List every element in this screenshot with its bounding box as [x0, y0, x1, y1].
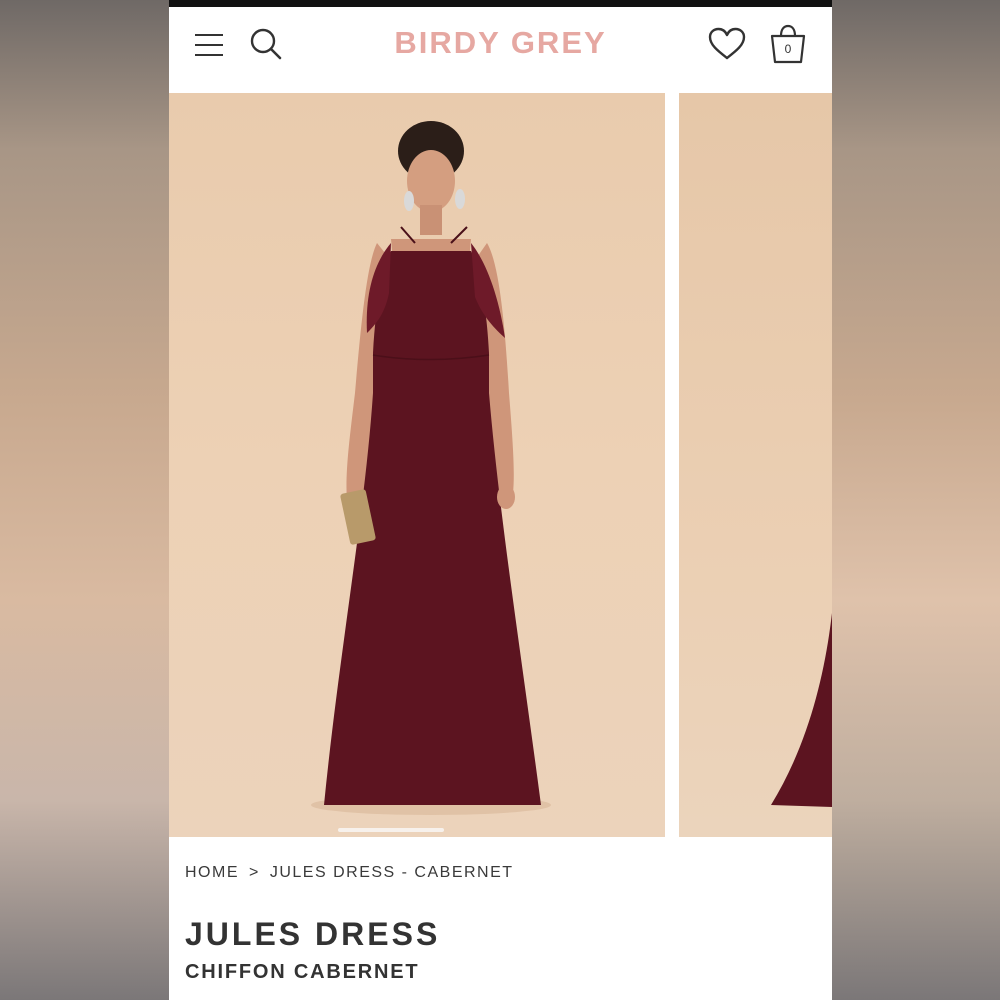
status-bar-strip [169, 0, 832, 7]
site-header: BIRDY GREY 0 [169, 7, 832, 93]
breadcrumb-home-link[interactable]: HOME [185, 864, 239, 881]
blurred-backdrop-right [832, 0, 1000, 1000]
breadcrumb: HOME > JULES DRESS - CABERNET [185, 864, 514, 882]
dress-hem-partial-illustration [771, 613, 832, 807]
breadcrumb-current: JULES DRESS - CABERNET [269, 864, 514, 881]
product-image-main[interactable] [169, 93, 665, 837]
breadcrumb-separator: > [249, 864, 260, 881]
brand-logo[interactable]: BIRDY GREY [369, 25, 632, 61]
product-image-next[interactable] [679, 93, 832, 837]
product-title: JULES DRESS [185, 916, 441, 952]
heart-icon[interactable] [708, 27, 746, 61]
blurred-backdrop-left [0, 0, 169, 1000]
mobile-page: BIRDY GREY 0 HOME > JULES DRESS - CABERN… [169, 0, 832, 1000]
model-in-dress-illustration [311, 121, 551, 815]
product-subtitle: CHIFFON CABERNET [185, 961, 420, 983]
product-image-carousel[interactable] [169, 93, 832, 838]
cart-count-badge: 0 [784, 42, 792, 56]
shopping-bag-icon[interactable]: 0 [769, 23, 807, 65]
carousel-progress-indicator [338, 828, 444, 832]
screenshot-stage: BIRDY GREY 0 HOME > JULES DRESS - CABERN… [0, 0, 1000, 1000]
hamburger-menu-icon[interactable] [195, 34, 223, 56]
search-icon[interactable] [249, 27, 283, 61]
